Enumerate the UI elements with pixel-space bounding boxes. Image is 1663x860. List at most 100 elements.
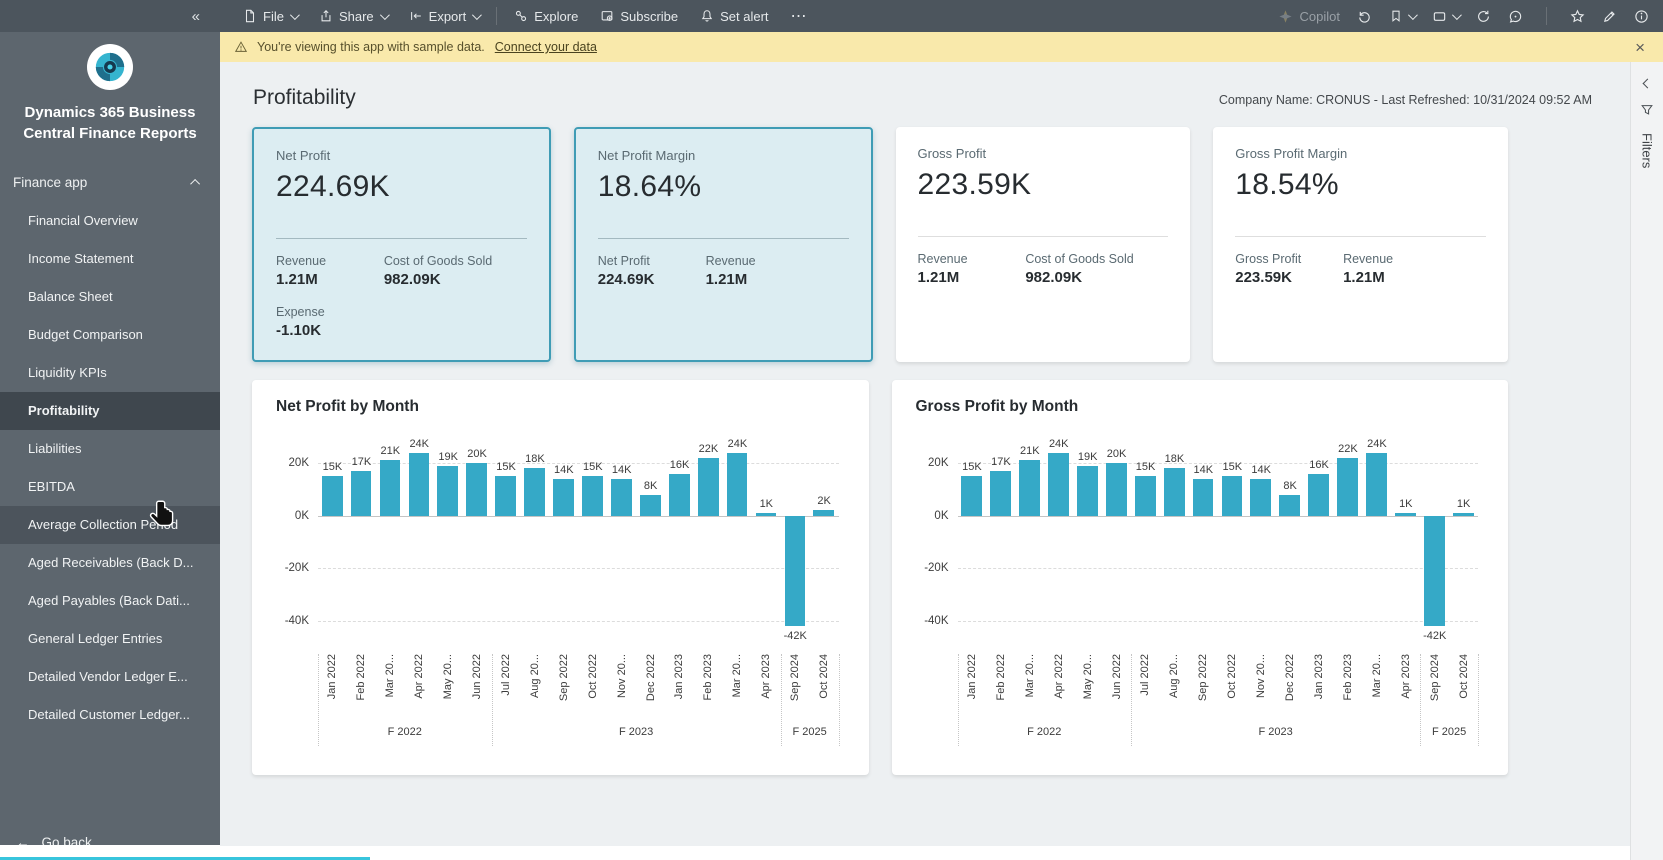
kpi-detail-label: Gross Profit <box>1235 252 1302 266</box>
kpi-detail-net-profit: Net Profit 224.69K <box>598 254 706 288</box>
export-menu-button[interactable]: Export <box>398 0 491 32</box>
bar-slot: 8K <box>636 442 665 642</box>
kpi-card-net-profit[interactable]: Net Profit 224.69K Revenue 1.21M Cost of Goo… <box>252 127 551 362</box>
bar-sep-2022[interactable] <box>553 478 574 516</box>
set-alert-label: Set alert <box>720 8 769 24</box>
go-back-button[interactable]: ← Go back <box>0 830 92 846</box>
bar-oct-2022[interactable] <box>582 476 603 516</box>
bar-slot: 1K <box>1391 442 1420 642</box>
bar-jul-2022[interactable] <box>1134 476 1156 516</box>
bar-feb-2023[interactable] <box>697 457 719 516</box>
close-banner-icon[interactable]: × <box>1627 39 1653 56</box>
favorite-star-icon[interactable] <box>1570 9 1585 24</box>
x-axis-tick-label: Dec 2022 <box>644 654 657 702</box>
bar-mar-20[interactable] <box>379 460 401 516</box>
info-icon[interactable] <box>1634 9 1649 24</box>
kpi-card-net-profit-margin[interactable]: Net Profit Margin 18.64% Net Profit 224.69K… <box>573 127 873 362</box>
chart-card-gross-profit-by-month[interactable]: Gross Profit by Month 20K 0K -20K -40K 15K 17… <box>891 380 1508 775</box>
comment-icon[interactable] <box>1508 9 1523 24</box>
chevron-down-icon <box>1451 9 1462 20</box>
back-arrow-icon: ← <box>16 834 30 846</box>
fiscal-year-group-label: F 2025 <box>792 726 827 738</box>
bar-apr-2023[interactable] <box>1395 513 1416 516</box>
bar-jan-2023[interactable] <box>668 473 690 516</box>
bar-dec-2022[interactable] <box>1279 494 1301 516</box>
more-options-button[interactable]: ⋯ <box>780 0 819 32</box>
bar-sep-2022[interactable] <box>1192 478 1214 516</box>
bar-sep-2024[interactable] <box>1424 515 1445 627</box>
kpi-detail-value: 1.21M <box>276 271 318 288</box>
sidebar-item-aged-receivables-back-d[interactable]: Aged Receivables (Back D... <box>0 544 220 582</box>
chart-card-net-profit-by-month[interactable]: Net Profit by Month 20K 0K -20K -40K 15K 17K 2… <box>252 380 869 775</box>
bar-feb-2022[interactable] <box>990 470 1011 516</box>
sidebar-item-detailed-vendor-ledger-e[interactable]: Detailed Vendor Ledger E... <box>0 658 220 696</box>
bar-mar-20[interactable] <box>1019 460 1040 516</box>
share-menu-button[interactable]: Share <box>308 0 398 32</box>
bar-sep-2024[interactable] <box>784 515 806 627</box>
explore-button[interactable]: Explore <box>503 0 589 32</box>
sidebar-item-average-collection-period[interactable]: Average Collection Period <box>0 506 220 544</box>
bar-slot: 21K <box>1015 442 1044 642</box>
set-alert-button[interactable]: Set alert <box>689 0 779 32</box>
bar-jan-2022[interactable] <box>961 476 983 516</box>
expand-filters-chevron-icon[interactable] <box>1642 78 1652 89</box>
chevron-down-icon <box>472 9 483 20</box>
bar-dec-2022[interactable] <box>639 494 661 516</box>
reset-icon[interactable] <box>1357 9 1372 24</box>
bar-may-20[interactable] <box>437 465 459 516</box>
bar-slot: 14K <box>607 442 636 642</box>
x-axis-tick-label: Sep 2022 <box>557 654 570 702</box>
x-axis-tick-label: Apr 2023 <box>1399 654 1412 699</box>
axis-group-separator <box>957 654 959 746</box>
sidebar-item-financial-overview[interactable]: Financial Overview <box>0 202 220 240</box>
finance-app-section-toggle[interactable]: Finance app <box>0 170 220 194</box>
sidebar-item-balance-sheet[interactable]: Balance Sheet <box>0 278 220 316</box>
edit-pencil-icon[interactable] <box>1602 9 1617 24</box>
collapse-sidebar-icon[interactable]: « <box>192 8 200 25</box>
sidebar-item-general-ledger-entries[interactable]: General Ledger Entries <box>0 620 220 658</box>
bar-may-20[interactable] <box>1076 465 1098 516</box>
app-title: Dynamics 365 Business Central Finance Re… <box>23 104 197 142</box>
kpi-detail-value: 982.09K <box>383 271 441 288</box>
sidebar-item-profitability[interactable]: Profitability <box>0 392 220 430</box>
bar-jan-2023[interactable] <box>1308 473 1330 516</box>
bar-feb-2023[interactable] <box>1337 457 1359 516</box>
kpi-card-gross-profit-margin[interactable]: Gross Profit Margin 18.54% Gross Profit 223… <box>1213 127 1508 362</box>
view-button[interactable] <box>1432 9 1462 24</box>
bar-oct-2024[interactable] <box>1452 513 1474 516</box>
bar-jan-2022[interactable] <box>321 476 343 516</box>
toolbar-divider <box>496 7 498 25</box>
x-axis-tick-label: Apr 2023 <box>760 654 773 699</box>
kpi-details: Net Profit 224.69K Revenue 1.21M <box>598 254 849 288</box>
sidebar-item-ebitda[interactable]: EBITDA <box>0 468 220 506</box>
bookmarks-button[interactable] <box>1389 9 1418 23</box>
x-axis-tick-label: Jan 2022 <box>326 654 339 700</box>
bar-jul-2022[interactable] <box>495 476 517 516</box>
fiscal-year-group-label: F 2023 <box>618 726 654 738</box>
bar-oct-2022[interactable] <box>1221 476 1243 516</box>
copilot-button[interactable]: Copilot <box>1278 9 1340 24</box>
kpi-card-gross-profit[interactable]: Gross Profit 223.59K Revenue 1.21M Cost of G… <box>895 127 1191 362</box>
kpi-detail-revenue: Revenue 1.21M <box>706 254 849 288</box>
filter-funnel-icon[interactable] <box>1640 103 1654 117</box>
sidebar-item-income-statement[interactable]: Income Statement <box>0 240 220 278</box>
bar-apr-2023[interactable] <box>755 513 777 516</box>
refresh-icon[interactable] <box>1476 9 1491 24</box>
fiscal-year-group-label: F 2023 <box>1258 726 1293 738</box>
bar-oct-2024[interactable] <box>813 510 835 516</box>
file-label: File <box>263 8 284 24</box>
connect-your-data-link[interactable]: Connect your data <box>495 40 597 54</box>
bar-value-label: 2K <box>817 495 831 508</box>
sidebar-item-aged-payables-back-dati[interactable]: Aged Payables (Back Dati... <box>0 582 220 620</box>
chevron-down-icon <box>1407 9 1418 20</box>
sidebar-nav: Financial Overview Income Statement Balanc… <box>0 202 220 734</box>
filters-label[interactable]: Filters <box>1640 133 1655 168</box>
subscribe-button[interactable]: Subscribe <box>589 0 689 32</box>
sidebar-item-budget-comparison[interactable]: Budget Comparison <box>0 316 220 354</box>
sidebar-item-liabilities[interactable]: Liabilities <box>0 430 220 468</box>
bar-feb-2022[interactable] <box>350 470 372 516</box>
sidebar-item-detailed-customer-ledger[interactable]: Detailed Customer Ledger... <box>0 696 220 734</box>
file-menu-button[interactable]: File <box>232 0 308 32</box>
x-axis-tick-label: Mar 20... <box>384 654 397 698</box>
sidebar-item-liquidity-kpis[interactable]: Liquidity KPIs <box>0 354 220 392</box>
